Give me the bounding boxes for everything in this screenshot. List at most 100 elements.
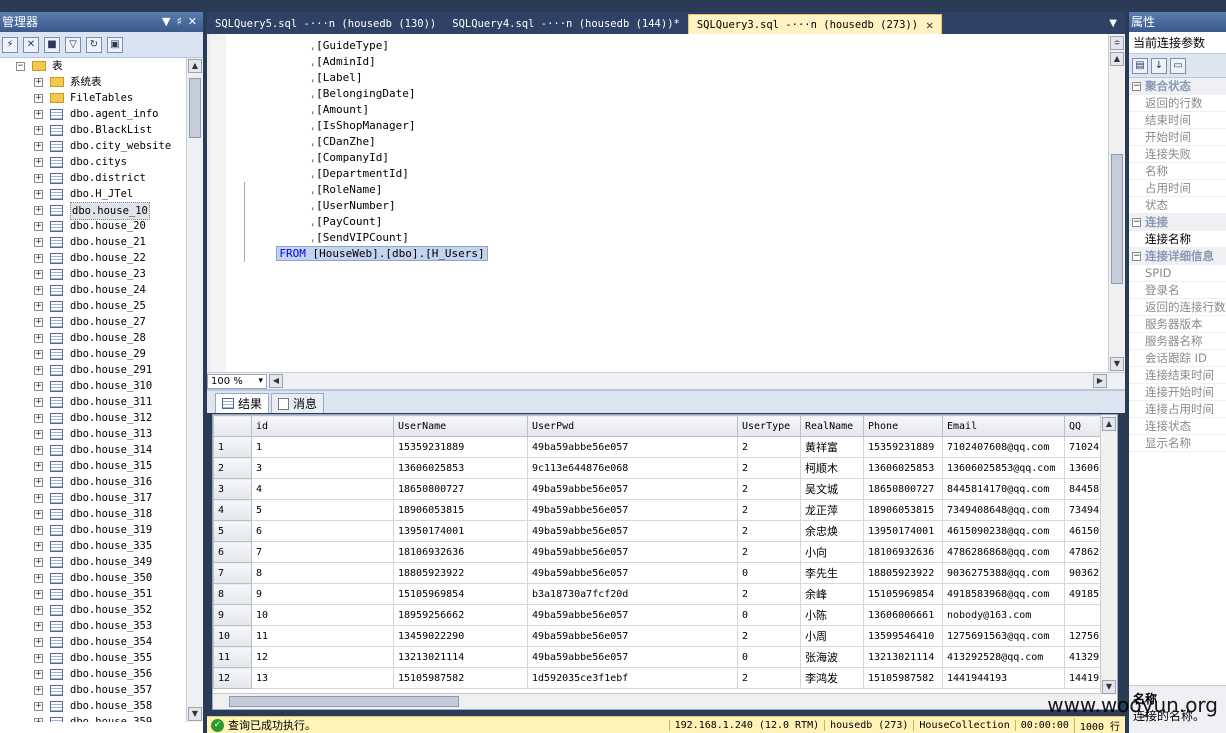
alphabetical-icon[interactable]: ↓ — [1151, 57, 1167, 74]
property-item[interactable]: 连接状态 — [1129, 418, 1226, 435]
table-row[interactable]: 6 7 18106932636 49ba59abbe56e057 2 小向 18106932… — [213, 541, 1115, 563]
document-tab[interactable]: SQLQuery3.sql -···n (housedb (273)) ✕ — [687, 14, 943, 34]
grid-cell[interactable]: 4 — [251, 478, 394, 500]
grid-cell[interactable]: 13 — [251, 667, 394, 689]
expand-icon[interactable]: + — [34, 190, 43, 199]
tab-list-dropdown-icon[interactable]: ▼ — [1101, 14, 1125, 34]
tree-table-node[interactable]: + dbo.house_316 — [0, 474, 186, 490]
grid-cell[interactable]: 李鸿发 — [800, 667, 864, 689]
tab-results[interactable]: 结果 — [215, 393, 270, 413]
properties-object-select[interactable]: 当前连接参数 — [1129, 32, 1226, 54]
grid-cell[interactable]: 15105987582 — [863, 667, 943, 689]
table-row[interactable]: 10 11 13459022290 49ba59abbe56e057 2 小周 135995… — [213, 625, 1115, 647]
tree-table-node[interactable]: + dbo.agent_info — [0, 106, 186, 122]
grid-cell[interactable]: 2 — [737, 625, 801, 647]
grid-cell[interactable]: 3 — [251, 457, 394, 479]
column-header[interactable]: UserPwd — [527, 415, 738, 437]
grid-cell[interactable]: 18650800727 — [393, 478, 528, 500]
grid-cell[interactable]: 0 — [737, 604, 801, 626]
collapse-icon[interactable]: − — [1132, 252, 1141, 261]
pin-icon[interactable]: ♯ — [176, 12, 181, 32]
property-item[interactable]: 连接名称 — [1129, 231, 1226, 248]
tree-table-node[interactable]: + dbo.house_314 — [0, 442, 186, 458]
grid-cell[interactable]: 12 — [251, 646, 394, 668]
connect-icon[interactable]: ⚡ — [2, 36, 18, 53]
expand-icon[interactable]: + — [34, 222, 43, 231]
grid-cell[interactable]: 413292528@qq.com — [942, 646, 1065, 668]
grid-cell[interactable]: 9036275388@qq.com — [942, 562, 1065, 584]
grid-cell[interactable]: 15359231889 — [863, 436, 943, 458]
row-number[interactable]: 9 — [213, 604, 252, 626]
tree-table-node[interactable]: + dbo.house_354 — [0, 634, 186, 650]
scroll-left-icon[interactable]: ◀ — [269, 374, 283, 388]
expand-icon[interactable]: + — [34, 606, 43, 615]
query-editor[interactable]: ,[GuideType] ,[AdminId] ,[Label] ,[Belon… — [207, 34, 1125, 372]
column-header[interactable]: UserType — [737, 415, 801, 437]
expand-icon[interactable]: + — [34, 574, 43, 583]
collapse-icon[interactable]: − — [1132, 82, 1141, 91]
grid-cell[interactable]: 18805923922 — [393, 562, 528, 584]
row-number[interactable]: 12 — [213, 667, 252, 689]
disconnect-icon[interactable]: ✕ — [23, 36, 39, 53]
tree-folder-node[interactable]: + 系统表 — [0, 74, 186, 90]
grid-cell[interactable]: 0 — [737, 646, 801, 668]
grid-cell[interactable]: 15359231889 — [393, 436, 528, 458]
tree-table-node[interactable]: + dbo.house_291 — [0, 362, 186, 378]
property-item[interactable]: 状态 — [1129, 197, 1226, 214]
expand-icon[interactable]: + — [34, 446, 43, 455]
property-item[interactable]: 连接失败 — [1129, 146, 1226, 163]
tree-table-node[interactable]: + dbo.house_356 — [0, 666, 186, 682]
tree-table-node[interactable]: + dbo.house_25 — [0, 298, 186, 314]
expand-icon[interactable]: + — [34, 126, 43, 135]
row-number[interactable]: 7 — [213, 562, 252, 584]
grid-cell[interactable]: 2 — [737, 436, 801, 458]
table-row[interactable]: 5 6 13950174001 49ba59abbe56e057 2 余忠焕 1395017… — [213, 520, 1115, 542]
tree-table-node[interactable]: + dbo.house_359 — [0, 714, 186, 722]
collapse-icon[interactable]: − — [1132, 218, 1141, 227]
table-row[interactable]: 9 10 18959256662 49ba59abbe56e057 0 小陈 1360600… — [213, 604, 1115, 626]
expand-icon[interactable]: + — [34, 350, 43, 359]
tree-table-node[interactable]: + dbo.house_312 — [0, 410, 186, 426]
grid-cell[interactable]: 4615090238@qq.com — [942, 520, 1065, 542]
column-header[interactable]: UserName — [393, 415, 528, 437]
grid-cell[interactable]: nobody@163.com — [942, 604, 1065, 626]
scroll-down-icon[interactable]: ▼ — [188, 707, 202, 721]
grid-cell[interactable]: 0 — [737, 562, 801, 584]
grid-cell[interactable]: 余峰 — [800, 583, 864, 605]
activity-monitor-icon[interactable]: ▣ — [107, 36, 123, 53]
expand-icon[interactable]: + — [34, 462, 43, 471]
expand-icon[interactable]: + — [34, 238, 43, 247]
expand-icon[interactable]: + — [34, 286, 43, 295]
grid-cell[interactable]: 49ba59abbe56e057 — [527, 499, 738, 521]
tree-table-node[interactable]: + dbo.house_20 — [0, 218, 186, 234]
expand-icon[interactable]: + — [34, 558, 43, 567]
property-item[interactable]: 服务器版本 — [1129, 316, 1226, 333]
expand-icon[interactable]: + — [34, 366, 43, 375]
expand-icon[interactable]: + — [34, 638, 43, 647]
grid-cell[interactable]: 13606025853 — [393, 457, 528, 479]
scroll-right-icon[interactable]: ▶ — [1093, 374, 1107, 388]
object-explorer-vscrollbar[interactable]: ▲ ▼ — [186, 58, 203, 722]
grid-cell[interactable]: 2 — [737, 583, 801, 605]
tree-table-node[interactable]: + dbo.house_24 — [0, 282, 186, 298]
grid-cell[interactable]: 49ba59abbe56e057 — [527, 604, 738, 626]
zoom-select[interactable]: 100 % — [207, 373, 267, 389]
tree-folder-node[interactable]: + FileTables — [0, 90, 186, 106]
grid-cell[interactable]: 1d592035ce3f1ebf — [527, 667, 738, 689]
grid-cell[interactable]: 1 — [251, 436, 394, 458]
property-category[interactable]: − 连接 — [1129, 214, 1226, 231]
expand-icon[interactable]: + — [34, 414, 43, 423]
tree-table-node[interactable]: + dbo.house_319 — [0, 522, 186, 538]
grid-vscrollbar[interactable]: ▲ ▼ — [1100, 415, 1117, 695]
expand-icon[interactable]: + — [34, 318, 43, 327]
property-category[interactable]: − 连接详细信息 — [1129, 248, 1226, 265]
property-item[interactable]: 服务器名称 — [1129, 333, 1226, 350]
property-item[interactable]: 连接开始时间 — [1129, 384, 1226, 401]
editor-vscrollbar[interactable]: ≑ ▲ ▼ — [1108, 34, 1125, 372]
grid-cell[interactable]: 15105969854 — [863, 583, 943, 605]
scroll-down-icon[interactable]: ▼ — [1102, 680, 1116, 694]
expand-icon[interactable]: + — [34, 382, 43, 391]
scroll-thumb[interactable] — [189, 78, 201, 138]
row-number[interactable]: 11 — [213, 646, 252, 668]
expand-icon[interactable]: + — [34, 670, 43, 679]
